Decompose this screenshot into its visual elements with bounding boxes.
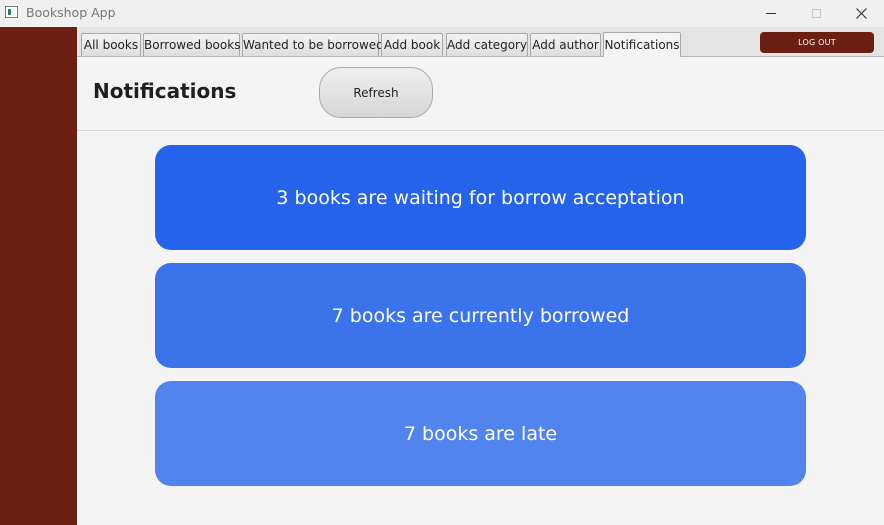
- notification-late-books[interactable]: 7 books are late: [155, 381, 806, 486]
- tab-add-book[interactable]: Add book: [381, 33, 443, 56]
- minimize-icon: [766, 13, 776, 14]
- tab-wanted-to-be-borrowed[interactable]: Wanted to be borrowed: [242, 33, 384, 56]
- header-divider: [77, 130, 884, 131]
- app-icon: [5, 6, 18, 18]
- close-icon: [855, 8, 867, 19]
- tab-add-category[interactable]: Add category: [446, 33, 528, 56]
- tab-borrowed-books[interactable]: Borrowed books: [143, 33, 240, 56]
- tab-bar: All books Borrowed books Wanted to be bo…: [77, 27, 884, 57]
- maximize-icon: [811, 9, 821, 18]
- logout-button[interactable]: LOG OUT: [760, 32, 874, 53]
- sidebar: [0, 27, 77, 525]
- refresh-button[interactable]: Refresh: [319, 67, 433, 118]
- notification-currently-borrowed[interactable]: 7 books are currently borrowed: [155, 263, 806, 368]
- tab-add-author[interactable]: Add author: [530, 33, 601, 56]
- notification-pending-borrow[interactable]: 3 books are waiting for borrow acceptati…: [155, 145, 806, 250]
- window-title: Bookshop App: [26, 5, 116, 20]
- tab-all-books[interactable]: All books: [81, 33, 141, 56]
- minimize-button[interactable]: [748, 0, 794, 27]
- window-titlebar: Bookshop App: [0, 0, 884, 27]
- page-title: Notifications: [93, 79, 237, 103]
- maximize-button[interactable]: [793, 0, 839, 27]
- tab-notifications[interactable]: Notifications: [603, 32, 681, 57]
- close-button[interactable]: [838, 0, 884, 27]
